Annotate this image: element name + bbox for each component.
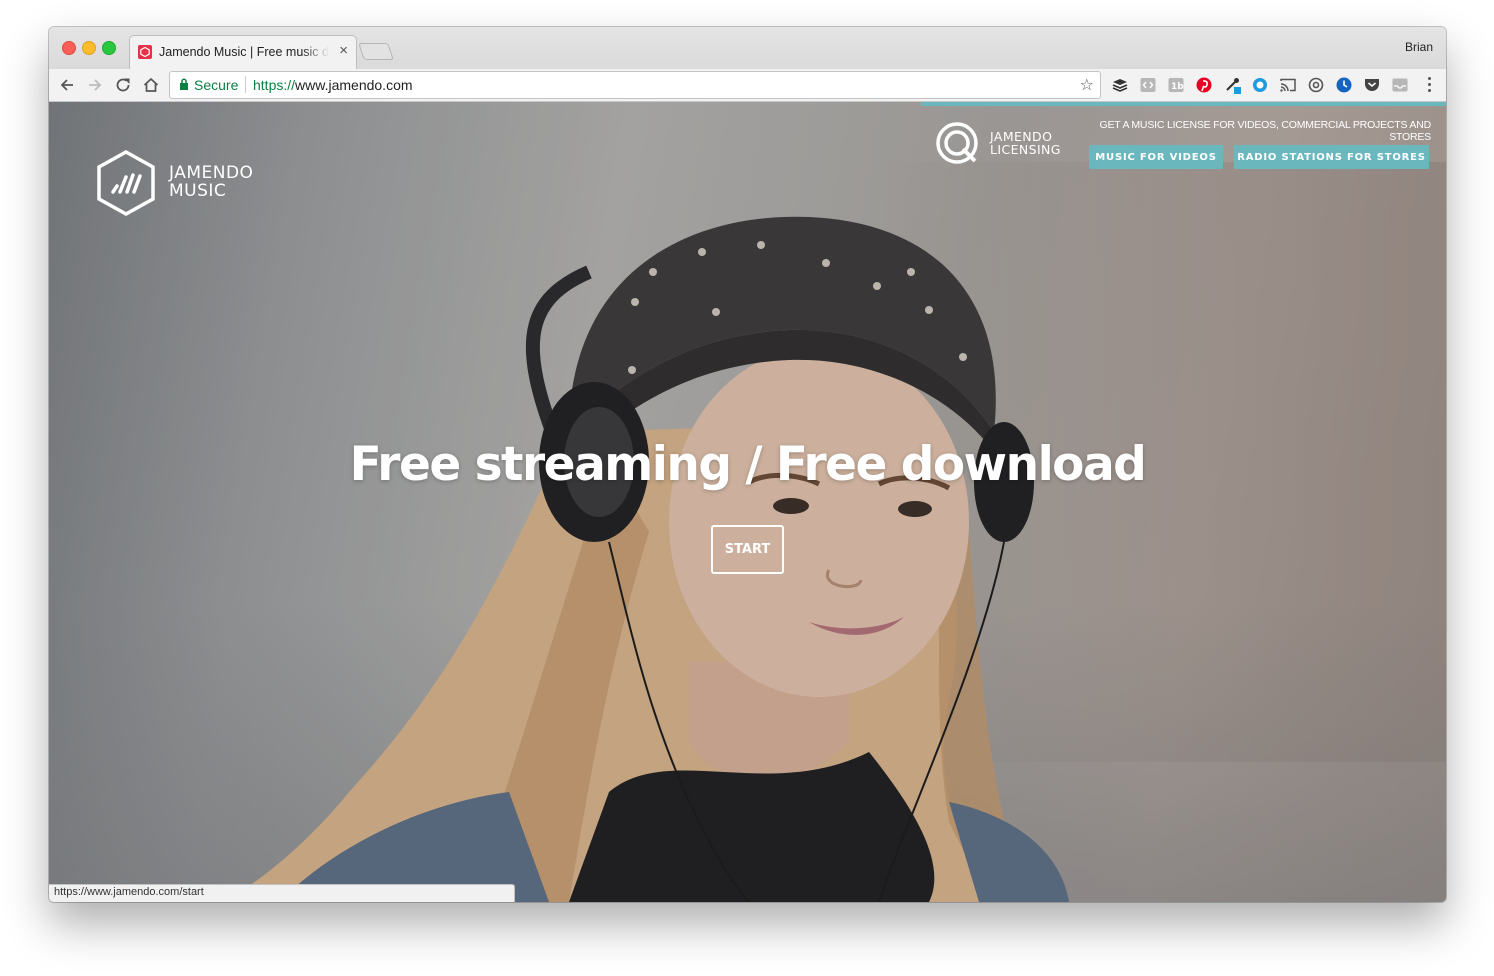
status-url: https://www.jamendo.com/start [54, 886, 204, 898]
settings-icon[interactable] [1307, 76, 1325, 94]
address-bar[interactable]: Secure https://www.jamendo.com ☆ [169, 71, 1101, 99]
reload-icon[interactable] [112, 74, 134, 96]
start-button[interactable]: START [711, 525, 784, 574]
onetab-icon[interactable]: 1b [1167, 76, 1185, 94]
url-host: www.jamendo.com [295, 77, 413, 93]
tab-close-button[interactable]: × [339, 42, 348, 59]
browser-window: Jamendo Music | Free music d × Brian Sec… [49, 27, 1446, 902]
licensing-line-2: LICENSING [990, 142, 1061, 157]
hero-headline: Free streaming / Free download [349, 437, 1147, 492]
back-icon[interactable] [56, 74, 78, 96]
brand-line-2: MUSIC [169, 181, 227, 201]
buffer-icon[interactable] [1111, 76, 1129, 94]
music-for-videos-button[interactable]: MUSIC FOR VIDEOS [1089, 145, 1223, 169]
star-icon[interactable]: ☆ [1080, 75, 1094, 95]
circle-icon[interactable] [1251, 76, 1269, 94]
tab-strip: Jamendo Music | Free music d × Brian [49, 27, 1446, 70]
tab-title: Jamendo Music | Free music d [159, 45, 329, 59]
window-maximize-button[interactable] [102, 41, 116, 55]
window-minimize-button[interactable] [82, 41, 96, 55]
url-scheme: https:// [253, 77, 296, 93]
photo-overlay [49, 102, 1446, 902]
code-icon[interactable] [1139, 76, 1157, 94]
pinterest-icon[interactable] [1195, 76, 1213, 94]
jamendo-favicon-icon [138, 45, 152, 59]
page-viewport: JAMENDO MUSIC JAMENDO LICENSING GET A MU… [49, 102, 1446, 902]
licensing-tagline: GET A MUSIC LICENSE FOR VIDEOS, COMMERCI… [1099, 119, 1432, 143]
pocket-icon[interactable] [1363, 76, 1381, 94]
clock-icon[interactable] [1335, 76, 1353, 94]
browser-toolbar: Secure https://www.jamendo.com ☆ 1b [49, 69, 1446, 102]
omnibox-divider [245, 76, 246, 93]
radio-stations-for-stores-button[interactable]: RADIO STATIONS FOR STORES [1234, 145, 1429, 169]
jamendo-music-logo-icon[interactable] [95, 149, 157, 217]
forward-icon[interactable] [84, 74, 106, 96]
svg-text:1b: 1b [1171, 82, 1184, 92]
eyedropper-icon[interactable] [1224, 76, 1242, 94]
lock-icon [180, 78, 188, 90]
licensing-wordmark[interactable]: JAMENDO LICENSING [990, 130, 1061, 156]
secure-label: Secure [194, 77, 239, 93]
menu-icon[interactable] [1428, 77, 1432, 95]
url-text[interactable]: https://www.jamendo.com [253, 77, 413, 93]
status-bar: https://www.jamendo.com/start [49, 884, 515, 902]
home-icon[interactable] [140, 74, 162, 96]
jamendo-licensing-logo-icon[interactable] [935, 121, 981, 167]
new-tab-button[interactable] [358, 43, 394, 60]
inbox-icon[interactable] [1391, 76, 1409, 94]
brand-line-1: JAMENDO [169, 163, 254, 183]
window-close-button[interactable] [62, 41, 76, 55]
cast-icon[interactable] [1279, 76, 1297, 94]
licensing-accent-bar [921, 102, 1446, 106]
brand-wordmark[interactable]: JAMENDO MUSIC [169, 164, 253, 200]
tab-jamendo[interactable]: Jamendo Music | Free music d × [129, 35, 357, 70]
profile-name[interactable]: Brian [1405, 40, 1433, 54]
